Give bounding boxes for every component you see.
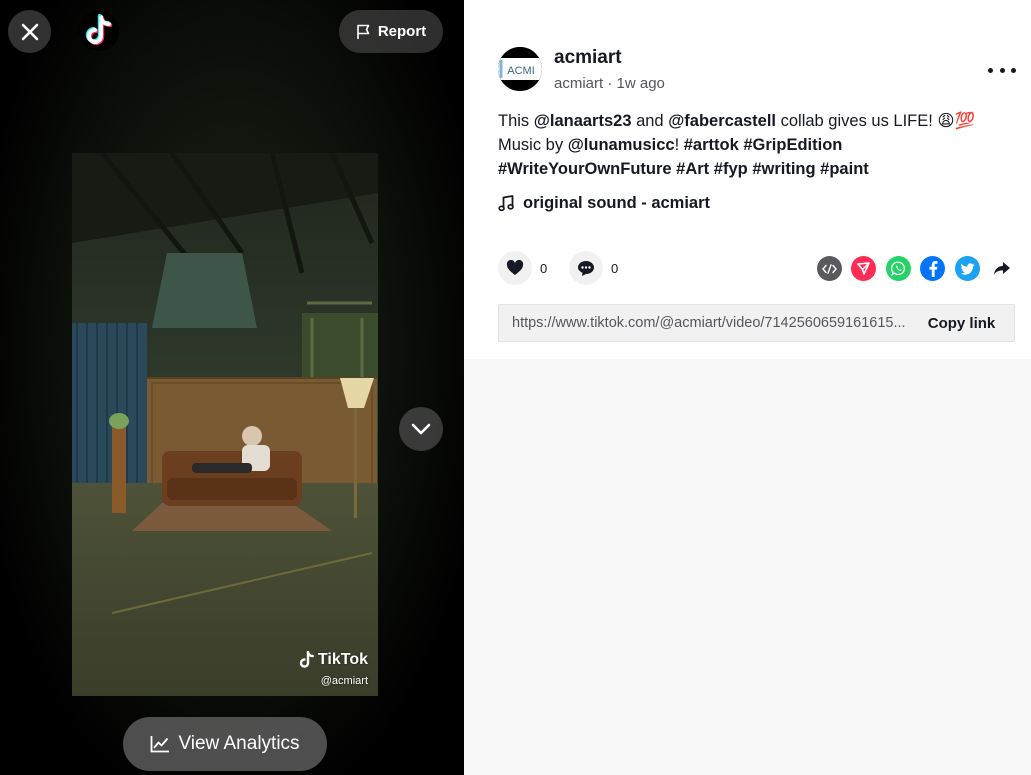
sound-label: original sound - acmiart [523, 194, 711, 212]
comment-button[interactable] [569, 251, 603, 285]
more-share-button[interactable] [989, 256, 1014, 281]
mention-link[interactable]: @fabercastell [668, 112, 776, 130]
hashtag-link[interactable]: #arttok [684, 136, 739, 154]
heart-icon [506, 260, 524, 275]
separator: · [603, 75, 617, 92]
comment-bubble-icon [578, 260, 594, 276]
author-subline: acmiart · 1w ago [554, 75, 665, 92]
tiktok-note-icon [299, 651, 314, 668]
chevron-down-icon [411, 423, 431, 435]
twitter-share-button[interactable] [955, 256, 980, 281]
facebook-icon [928, 261, 937, 277]
hashtag-link[interactable]: #Art [676, 160, 709, 178]
whatsapp-share-button[interactable] [886, 256, 911, 281]
post-time: 1w ago [616, 75, 665, 92]
mention-link[interactable]: @lanaarts23 [534, 112, 632, 130]
caption-text: This [498, 112, 534, 130]
comment-count: 0 [611, 260, 619, 276]
more-dot-icon [988, 67, 993, 73]
author-handle[interactable]: acmiart [554, 75, 603, 92]
hashtag-link[interactable]: #GripEdition [743, 136, 842, 154]
next-video-button[interactable] [399, 407, 443, 451]
copy-link-button[interactable]: Copy link [909, 315, 1014, 332]
flag-icon [357, 24, 370, 39]
hashtag-link[interactable]: #writing [752, 160, 815, 178]
more-options-button[interactable] [988, 60, 1016, 80]
like-count: 0 [540, 260, 548, 276]
send-to-friends-icon [857, 262, 870, 275]
view-analytics-label: View Analytics [178, 733, 300, 754]
watermark-handle: @acmiart [320, 675, 368, 687]
like-button[interactable] [498, 251, 532, 285]
view-analytics-button[interactable]: View Analytics [123, 717, 327, 771]
embed-icon [822, 263, 837, 274]
sound-link[interactable]: original sound - acmiart [498, 194, 710, 213]
analytics-chart-icon [151, 736, 170, 753]
whatsapp-icon [891, 261, 905, 276]
video-pane: Report TikTok @acmiart View Analytics [0, 0, 464, 775]
watermark-brand: TikTok [317, 651, 368, 668]
tiktok-video-view: Report TikTok @acmiart View Analytics AC… [0, 0, 1031, 775]
music-note-icon [498, 195, 514, 212]
close-button[interactable] [8, 10, 51, 53]
mention-link[interactable]: @lunamusicc [568, 136, 675, 154]
more-dot-icon [1011, 67, 1016, 73]
comment-action: 0 [569, 251, 618, 285]
facebook-share-button[interactable] [920, 256, 945, 281]
watermark-logo: TikTok [299, 651, 368, 669]
caption-text: ! [674, 136, 684, 154]
post-detail-card: ACMI acmiart acmiart · 1w ago This @lana… [464, 0, 1031, 359]
video-frame-image [72, 153, 378, 696]
close-icon [21, 23, 38, 40]
report-label: Report [377, 23, 427, 40]
tiktok-logo-icon[interactable] [78, 10, 120, 52]
author-username[interactable]: acmiart [554, 47, 622, 69]
like-action: 0 [498, 251, 547, 285]
avatar[interactable]: ACMI [498, 47, 542, 91]
post-caption: This @lanaarts23 and @fabercastell colla… [498, 109, 1018, 181]
avatar-text: ACMI [507, 65, 535, 77]
hashtag-link[interactable]: #fyp [714, 160, 748, 178]
twitter-icon [960, 262, 974, 275]
hashtag-link[interactable]: #paint [820, 160, 869, 178]
send-to-friends-button[interactable] [851, 256, 876, 281]
share-arrow-icon [993, 262, 1010, 275]
embed-button[interactable] [817, 256, 842, 281]
report-button[interactable]: Report [339, 10, 443, 53]
hashtag-link[interactable]: #WriteYourOwnFuture [498, 160, 672, 178]
more-dot-icon [999, 67, 1005, 73]
detail-pane: ACMI acmiart acmiart · 1w ago This @lana… [464, 0, 1031, 775]
video-link-bar: https://www.tiktok.com/@acmiart/video/71… [498, 304, 1015, 342]
video-player[interactable]: TikTok @acmiart [72, 153, 378, 696]
video-link-url[interactable]: https://www.tiktok.com/@acmiart/video/71… [499, 315, 909, 331]
caption-text: and [631, 112, 669, 130]
